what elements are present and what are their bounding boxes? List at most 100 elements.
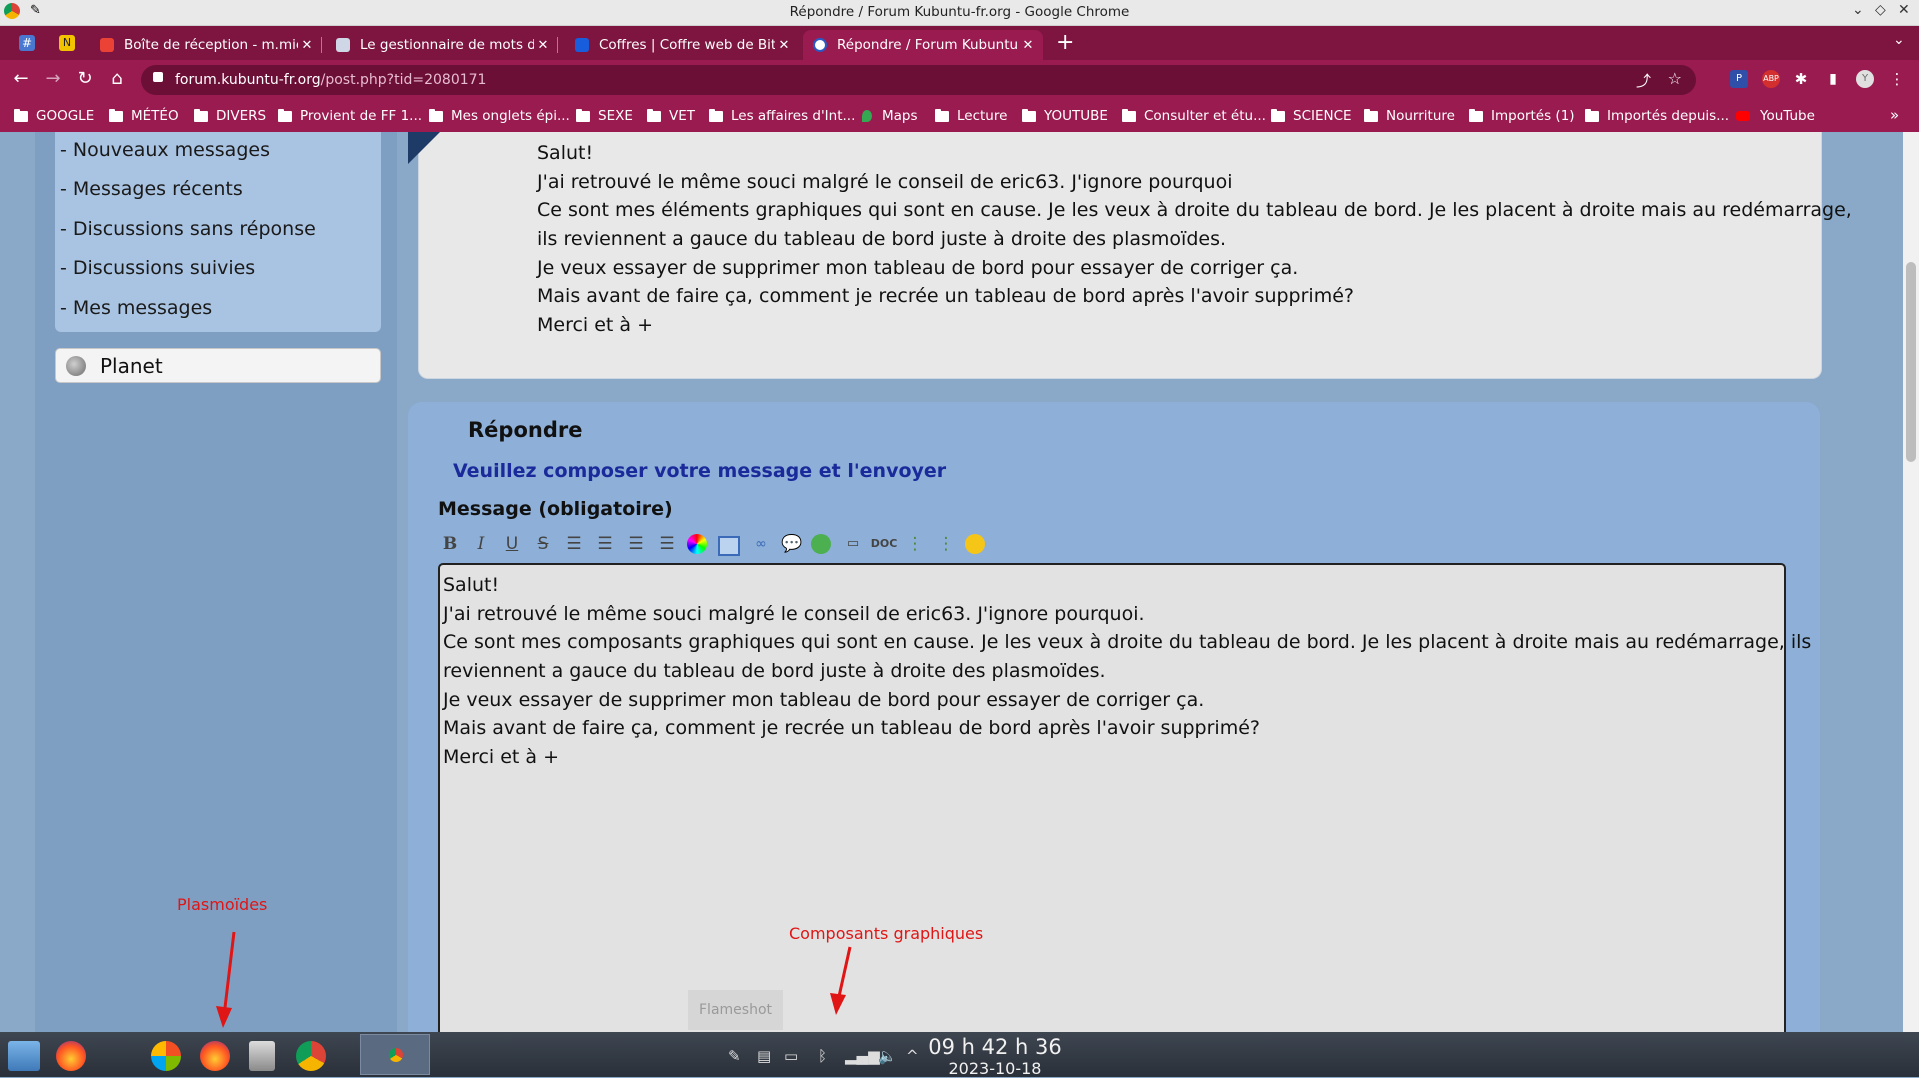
close-tab-icon[interactable]: ✕ — [298, 38, 316, 53]
scrollbar-thumb[interactable] — [1906, 262, 1916, 462]
reload-icon[interactable]: ↻ — [74, 68, 96, 90]
address-bar[interactable]: forum.kubuntu-fr.org/post.php?tid=208017… — [141, 65, 1696, 95]
bookmark-folder[interactable]: Consulter et étu... — [1122, 108, 1266, 124]
post-line: Je veux essayer de supprimer mon tableau… — [537, 257, 1299, 279]
flameshot-popup[interactable]: Flameshot — [688, 990, 783, 1030]
back-icon[interactable]: ← — [10, 68, 32, 90]
new-tab-icon[interactable]: + — [1056, 30, 1074, 55]
file-manager-icon[interactable] — [8, 1041, 40, 1071]
adblock-icon[interactable]: ABP — [1762, 70, 1780, 88]
link-icon[interactable]: ∞ — [749, 532, 773, 556]
active-window-chrome[interactable] — [360, 1034, 430, 1075]
smiley-icon[interactable] — [965, 534, 985, 554]
post-line: ils reviennent a gauce du tableau de bor… — [537, 228, 1227, 250]
close-window-icon[interactable]: ✕ — [1898, 2, 1910, 18]
pen-icon[interactable]: ✎ — [728, 1047, 741, 1065]
map-pin-icon — [862, 110, 872, 122]
italic-icon[interactable]: I — [469, 532, 493, 556]
sidebar-item-my-messages[interactable]: - Mes messages — [60, 297, 212, 319]
video-icon[interactable]: ▭ — [841, 532, 865, 556]
bookmark-maps[interactable]: Maps — [862, 108, 918, 124]
bookmark-folder[interactable]: Les affaires d'Int... — [709, 108, 855, 124]
bookmark-folder[interactable]: Provient de FF 1... — [278, 108, 422, 124]
strikethrough-icon[interactable]: S — [531, 532, 555, 556]
volume-icon[interactable]: 🔈 — [878, 1047, 897, 1065]
forward-icon[interactable]: → — [42, 68, 64, 90]
sidebar-item-new-messages[interactable]: - Nouveaux messages — [60, 139, 270, 161]
underline-icon[interactable]: U — [500, 532, 524, 556]
post-line: Mais avant de faire ça, comment je recré… — [537, 285, 1354, 307]
bookmark-folder[interactable]: DIVERS — [194, 108, 266, 124]
bookmark-folder[interactable]: GOOGLE — [14, 108, 94, 124]
more-bookmarks-icon[interactable]: » — [1890, 106, 1899, 124]
tab-search-icon[interactable]: ⌄ — [1893, 32, 1905, 48]
close-tab-icon[interactable]: ✕ — [1019, 38, 1037, 53]
folder-icon — [1271, 108, 1285, 122]
tab-bitwarden[interactable]: Coffres | Coffre web de Bitw ✕ — [565, 30, 799, 60]
pinned-tab-icon[interactable]: N — [59, 35, 75, 51]
tab-inbox[interactable]: Boîte de réception - m.mich ✕ — [90, 30, 322, 60]
side-panel-icon[interactable]: ▮ — [1824, 70, 1842, 88]
tray-expand-icon[interactable]: ^ — [906, 1047, 919, 1065]
tab-forum-reply[interactable]: Répondre / Forum Kubuntu ✕ — [803, 30, 1043, 60]
image-icon[interactable] — [718, 536, 740, 556]
folder-icon — [1585, 108, 1599, 122]
bookmark-folder[interactable]: Lecture — [935, 108, 1007, 124]
firefox-alt-icon[interactable] — [200, 1041, 230, 1071]
bookmark-youtube[interactable]: YouTube — [1736, 108, 1815, 124]
tab-password-manager[interactable]: Le gestionnaire de mots de ✕ — [326, 30, 558, 60]
justify-icon[interactable]: ☰ — [655, 532, 679, 556]
list-icon[interactable]: ⋮ — [903, 532, 927, 556]
bookmark-folder[interactable]: Importés (1) — [1469, 108, 1575, 124]
extension-icon[interactable]: P — [1730, 70, 1748, 88]
minimize-icon[interactable]: ⌄ — [1852, 2, 1864, 18]
bookmark-folder[interactable]: Importés depuis... — [1585, 108, 1729, 124]
bold-icon[interactable]: B — [438, 532, 462, 556]
bookmark-star-icon[interactable]: ☆ — [1668, 69, 1682, 88]
profile-avatar[interactable]: Y — [1856, 70, 1874, 88]
align-right-icon[interactable]: ☰ — [593, 532, 617, 556]
tab-strip: # N Boîte de réception - m.mich ✕ Le ges… — [0, 26, 1919, 60]
bookmark-folder[interactable]: SCIENCE — [1271, 108, 1352, 124]
sidebar-item-followed[interactable]: - Discussions suivies — [60, 257, 255, 279]
bookmark-folder[interactable]: YOUTUBE — [1022, 108, 1108, 124]
close-tab-icon[interactable]: ✕ — [534, 38, 552, 53]
bookmark-folder[interactable]: Nourriture — [1364, 108, 1455, 124]
windows-app-icon[interactable] — [151, 1041, 181, 1071]
folder-icon — [935, 108, 949, 122]
share-icon[interactable]: ⤴ — [1636, 70, 1651, 91]
sidebar-item-recent-messages[interactable]: - Messages récents — [60, 178, 243, 200]
editor-line: J'ai retrouvé le même souci malgré le co… — [443, 603, 1145, 625]
bookmark-folder[interactable]: MÉTÉO — [109, 108, 179, 124]
bluetooth-icon[interactable]: ᛒ — [818, 1047, 827, 1065]
bookmark-folder[interactable]: VET — [647, 108, 695, 124]
clock[interactable]: 09 h 42 h 36 2023-10-18 — [920, 1035, 1070, 1078]
puzzle-icon[interactable]: ✱ — [1792, 70, 1810, 88]
tab-label: Répondre / Forum Kubuntu — [837, 37, 1019, 53]
home-icon[interactable]: ⌂ — [106, 68, 128, 90]
folder-icon — [1122, 108, 1136, 122]
network-icon[interactable]: ▂▄▆ — [845, 1047, 880, 1065]
doc-icon[interactable]: DOC — [870, 532, 898, 556]
maximize-icon[interactable]: ◇ — [1875, 2, 1886, 18]
web-icon[interactable] — [811, 534, 831, 554]
color-icon[interactable] — [687, 534, 707, 554]
ordered-list-icon[interactable]: ⋮ — [934, 532, 958, 556]
search-tool-icon[interactable] — [249, 1041, 275, 1071]
bookmark-folder[interactable]: SEXE — [576, 108, 633, 124]
quote-icon[interactable]: 💬 — [780, 532, 804, 556]
close-tab-icon[interactable]: ✕ — [775, 38, 793, 53]
align-center-icon[interactable]: ☰ — [624, 532, 648, 556]
bookmark-folder[interactable]: Mes onglets épi... — [429, 108, 570, 124]
post-box — [418, 132, 1822, 379]
battery-icon[interactable]: ▭ — [784, 1047, 798, 1065]
app-grid-icon[interactable]: # — [19, 35, 35, 51]
align-left-icon[interactable]: ☰ — [562, 532, 586, 556]
firefox-icon[interactable] — [56, 1041, 86, 1071]
sidebar-item-unanswered[interactable]: - Discussions sans réponse — [60, 218, 316, 240]
planet-button[interactable]: Planet — [55, 348, 381, 383]
youtube-icon — [1736, 111, 1750, 121]
clipboard-icon[interactable]: ▤ — [757, 1047, 771, 1065]
menu-icon[interactable]: ⋮ — [1888, 70, 1906, 88]
chrome-taskbar-icon[interactable] — [296, 1041, 326, 1071]
